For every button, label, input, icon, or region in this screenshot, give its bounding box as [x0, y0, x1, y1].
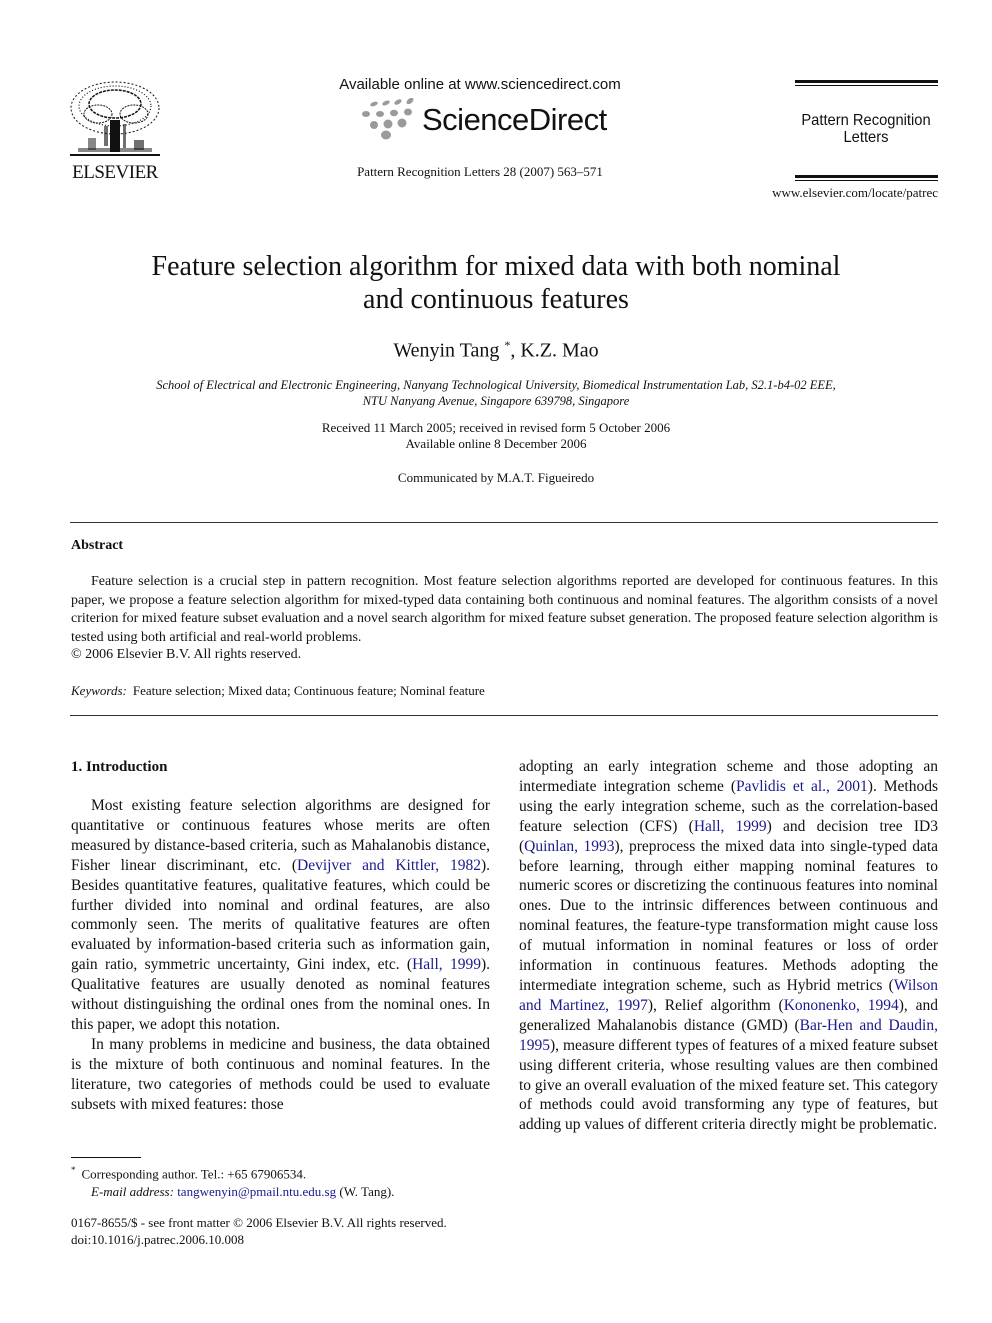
communicated-by: Communicated by M.A.T. Figueiredo [397, 470, 595, 485]
citation-link[interactable]: Pavlidis et al., 2001 [736, 778, 868, 795]
divider-top [70, 522, 938, 523]
abstract-text: Feature selection is a crucial step in p… [71, 574, 938, 645]
citation-link[interactable]: Hall, 1999 [412, 956, 481, 973]
affiliation: School of Electrical and Electronic Engi… [80, 377, 912, 409]
email-label: E-mail address: [91, 1184, 174, 1200]
email-suffix: (W. Tang). [336, 1184, 395, 1200]
received-date: Received 11 March 2005; received in revi… [321, 420, 671, 435]
journal-reference: Pattern Recognition Letters 28 (2007) 56… [357, 164, 603, 179]
corresponding-author: Corresponding author. Tel.: +65 67906534… [81, 1166, 307, 1182]
doi[interactable]: doi:10.1016/j.patrec.2006.10.008 [71, 1231, 447, 1248]
paragraph: In many problems in medicine and busines… [71, 1035, 490, 1115]
abstract-heading: Abstract [71, 538, 124, 553]
abstract-body: Feature selection is a crucial step in p… [71, 573, 938, 647]
author-separator: , [510, 339, 521, 362]
available-online-text: Available online at www.sciencedirect.co… [339, 76, 621, 93]
footnote-mark: * [71, 1165, 76, 1175]
available-date: Available online 8 December 2006 [405, 436, 587, 451]
sciencedirect-dots-icon [362, 98, 414, 140]
sciencedirect-logo[interactable]: ScienceDirect [360, 96, 610, 144]
text-run: ), Relief algorithm ( [647, 996, 784, 1014]
keywords-label: Keywords: [71, 683, 127, 698]
elsevier-logo: ELSEVIER [68, 80, 162, 183]
citation-link[interactable]: Quinlan, 1993 [524, 838, 614, 855]
journal-name: Pattern Recognition Letters [787, 112, 945, 146]
column-right: adopting an early integration scheme and… [519, 757, 938, 1135]
journal-name-line1: Pattern Recognition [801, 112, 931, 129]
author-1: Wenyin Tang [393, 339, 500, 362]
article-dates: Received 11 March 2005; received in revi… [80, 420, 912, 452]
publisher-name: ELSEVIER [72, 162, 158, 183]
keywords: Keywords: Feature selection; Mixed data; … [71, 683, 485, 699]
elsevier-tree-icon [70, 81, 160, 156]
journal-url[interactable]: www.elsevier.com/locate/patrec [740, 185, 938, 201]
article-title: Feature selection algorithm for mixed da… [80, 250, 912, 316]
email-link[interactable]: tangwenyin@pmail.ntu.edu.sg [177, 1184, 336, 1199]
footnote: * Corresponding author. Tel.: +65 6790653… [71, 1161, 394, 1201]
column-left: Most existing feature selection algorith… [71, 796, 490, 1115]
author-2: K.Z. Mao [520, 339, 599, 362]
paragraph: Most existing feature selection algorith… [71, 796, 490, 1035]
affiliation-line2: NTU Nanyang Avenue, Singapore 639798, Si… [362, 394, 630, 408]
text-run: ), measure different types of features o… [519, 1036, 938, 1134]
abstract-copyright: © 2006 Elsevier B.V. All rights reserved… [71, 647, 302, 662]
affiliation-line1: School of Electrical and Electronic Engi… [156, 378, 836, 392]
citation-link[interactable]: Devijver and Kittler, 1982 [297, 857, 481, 874]
section-heading: 1. Introduction [71, 759, 168, 775]
journal-rule-top [795, 80, 938, 86]
journal-rule-bottom [795, 175, 938, 181]
issn-line: 0167-8655/$ - see front matter © 2006 El… [71, 1215, 447, 1230]
title-line2: and continuous features [363, 284, 629, 315]
front-matter: 0167-8655/$ - see front matter © 2006 El… [71, 1214, 447, 1248]
authors: Wenyin Tang *, K.Z. Mao [80, 338, 912, 363]
text-run: In many problems in medicine and busines… [71, 1035, 490, 1113]
citation-link[interactable]: Kononenko, 1994 [784, 997, 899, 1014]
footnote-rule [71, 1157, 141, 1158]
divider-bottom [70, 715, 938, 716]
platform-name: ScienceDirect [422, 102, 607, 137]
text-run: ), preprocess the mixed data into single… [519, 837, 939, 994]
journal-name-line2: Letters [843, 129, 889, 146]
keywords-list: Feature selection; Mixed data; Continuou… [132, 683, 485, 698]
title-line1: Feature selection algorithm for mixed da… [151, 251, 841, 282]
citation-link[interactable]: Hall, 1999 [694, 818, 767, 835]
paragraph: adopting an early integration scheme and… [519, 757, 938, 1135]
